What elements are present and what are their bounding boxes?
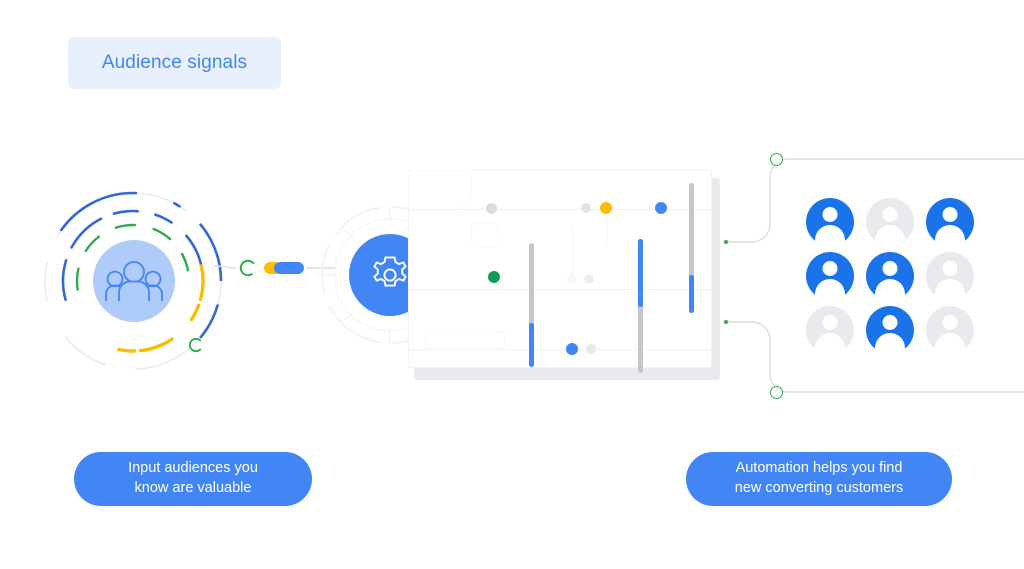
- dot-blue-1: [655, 202, 667, 214]
- callout-left-line2: know are valuable: [134, 480, 252, 496]
- person-avatar-icon: [806, 198, 854, 247]
- audience-marker-ring: [188, 337, 204, 353]
- avatar-body: [935, 333, 965, 355]
- person-avatar-icon: [926, 252, 974, 301]
- dot-grey-1: [485, 202, 497, 214]
- dot-grey-3: [586, 344, 596, 354]
- avatar-body: [815, 225, 845, 247]
- avatar-head: [822, 261, 838, 276]
- avatar-cell: [806, 198, 862, 248]
- person-avatar-icon: [866, 198, 914, 247]
- avatar-cell: [926, 252, 982, 302]
- person-avatar-icon: [926, 198, 974, 247]
- panel-ghost-box-1: [471, 223, 499, 247]
- panel-gridline-2: [409, 289, 711, 290]
- dot-blue-2: [566, 343, 578, 355]
- dot-grey-2: [581, 203, 591, 213]
- avatar-head: [822, 207, 838, 222]
- avatar-head: [822, 315, 838, 330]
- avatar-head: [882, 207, 898, 222]
- slider-1-fill[interactable]: [529, 323, 534, 367]
- people-group-icon: [105, 261, 163, 301]
- callout-automation-result: Automation helps you find new converting…: [686, 452, 952, 506]
- audience-signal-cluster: [38, 186, 228, 376]
- person-avatar-icon: [926, 306, 974, 355]
- avatar-head: [942, 207, 958, 222]
- panel-ghost-corner: [408, 170, 472, 210]
- panel-card: [408, 170, 712, 373]
- avatar-body: [935, 225, 965, 247]
- converted-customer-grid: [806, 198, 982, 362]
- callout-right-line1: Automation helps you find: [735, 460, 903, 477]
- avatar-cell: [806, 306, 862, 356]
- audience-core-disc: [93, 240, 175, 322]
- connector-node-bottom: [770, 386, 783, 399]
- callout-input-audiences: Input audiences you know are valuable: [74, 452, 312, 506]
- illustration-canvas: Audience signals Input audiences you kno…: [0, 0, 1024, 569]
- person-avatar-icon: [866, 252, 914, 301]
- connector-dot-bottom: [724, 320, 728, 324]
- avatar-body: [935, 279, 965, 301]
- callout-right-line2: new converting customers: [734, 480, 904, 496]
- connector-segment-blue: [274, 262, 304, 274]
- green-ring-node: [239, 259, 257, 277]
- panel-gridline-3: [409, 349, 711, 350]
- dot-faint-1: [567, 274, 577, 284]
- avatar-head: [882, 261, 898, 276]
- dot-faint-2: [584, 274, 594, 284]
- panel-ghost-box-2: [425, 331, 505, 349]
- section-title-label: Audience signals: [101, 52, 248, 73]
- avatar-cell: [926, 198, 982, 248]
- dot-yellow-1: [600, 202, 612, 214]
- connector-line-in: [213, 265, 237, 269]
- avatar-body: [875, 225, 905, 247]
- signal-data-panel: [404, 160, 730, 388]
- slider-3-fill[interactable]: [689, 275, 694, 313]
- avatar-cell: [866, 306, 922, 356]
- stem-mid: [572, 229, 573, 279]
- avatar-head: [942, 261, 958, 276]
- person-avatar-icon: [866, 306, 914, 355]
- stem-yellow: [606, 214, 607, 247]
- callout-left-line1: Input audiences you: [128, 460, 258, 477]
- avatar-cell: [866, 198, 922, 248]
- avatar-head: [942, 315, 958, 330]
- avatar-head: [882, 315, 898, 330]
- avatar-body: [875, 333, 905, 355]
- avatar-cell: [866, 252, 922, 302]
- connector-node-top: [770, 153, 783, 166]
- slider-2-fill[interactable]: [638, 239, 643, 307]
- person-avatar-icon: [806, 252, 854, 301]
- avatar-cell: [926, 306, 982, 356]
- avatar-body: [815, 279, 845, 301]
- avatar-body: [875, 279, 905, 301]
- section-title-chip: Audience signals: [68, 37, 281, 89]
- connector-dot-top: [724, 240, 728, 244]
- person-avatar-icon: [806, 306, 854, 355]
- avatar-body: [815, 333, 845, 355]
- dot-green-1: [488, 271, 500, 283]
- avatar-cell: [806, 252, 862, 302]
